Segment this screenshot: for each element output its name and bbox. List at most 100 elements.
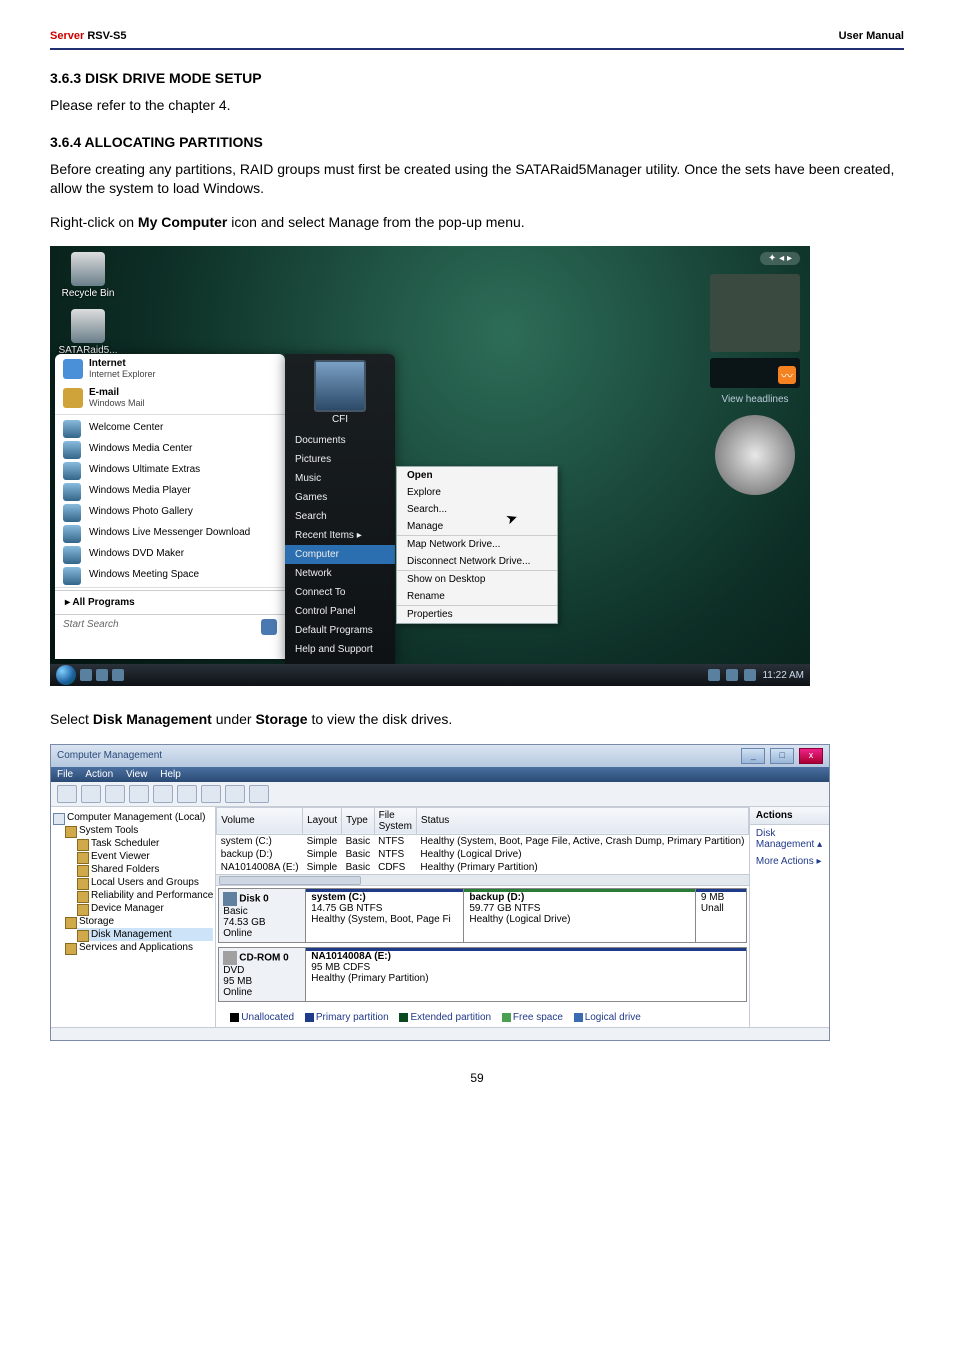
sidebar-feed-tile[interactable]: 〰 [710, 358, 800, 388]
actions-more[interactable]: More Actions ▸ [750, 853, 829, 870]
start-orb-icon[interactable] [56, 665, 76, 685]
tree-item[interactable]: Shared Folders [77, 863, 213, 876]
sidebar-headlines-link[interactable]: View headlines [710, 394, 800, 405]
toolbar-help-icon[interactable] [153, 785, 173, 803]
partition-cdrom-e[interactable]: NA1014008A (E:) 95 MB CDFS Healthy (Prim… [306, 948, 746, 1001]
disk-0-header[interactable]: Disk 0 Basic 74.53 GB Online [219, 889, 306, 942]
start-email[interactable]: E-mail Windows Mail [55, 383, 285, 412]
start-item[interactable]: Windows Ultimate Extras [55, 459, 285, 480]
ctx-disconnect-drive[interactable]: Disconnect Network Drive... [397, 553, 557, 570]
start-item[interactable]: Windows DVD Maker [55, 543, 285, 564]
page-number: 59 [50, 1071, 904, 1085]
legend-primary-swatch [305, 1013, 314, 1022]
start-right-item[interactable]: Documents [285, 431, 395, 450]
col-status[interactable]: Status [416, 807, 748, 834]
start-right-item[interactable]: Search [285, 507, 395, 526]
cdrom-0-header[interactable]: CD-ROM 0 DVD 95 MB Online [219, 948, 306, 1001]
quicklaunch-icon[interactable] [96, 669, 108, 681]
tray-network-icon[interactable] [726, 669, 738, 681]
horizontal-scrollbar[interactable] [216, 874, 749, 885]
start-item[interactable]: Windows Media Center [55, 438, 285, 459]
ctx-manage[interactable]: Manage [397, 518, 557, 535]
tree-disk-management[interactable]: Disk Management [77, 928, 213, 941]
tree-system-tools[interactable]: System Tools [65, 824, 213, 837]
sidebar-slideshow[interactable] [710, 274, 800, 352]
header-model: RSV-S5 [84, 30, 126, 42]
toolbar-props-icon[interactable] [177, 785, 197, 803]
tray-volume-icon[interactable] [744, 669, 756, 681]
taskbar-clock[interactable]: 11:22 AM [762, 670, 804, 681]
col-volume[interactable]: Volume [217, 807, 303, 834]
col-layout[interactable]: Layout [303, 807, 342, 834]
start-right-item[interactable]: Default Programs [285, 621, 395, 640]
tree-item[interactable]: Event Viewer [77, 850, 213, 863]
menu-view[interactable]: View [126, 769, 148, 780]
start-right-item[interactable]: Connect To [285, 583, 395, 602]
toolbar-refresh-icon[interactable] [129, 785, 149, 803]
start-item[interactable]: Welcome Center [55, 417, 285, 438]
start-item[interactable]: Windows Live Messenger Download [55, 522, 285, 543]
sidebar-clock[interactable] [715, 415, 795, 495]
start-right-item[interactable]: Control Panel [285, 602, 395, 621]
ctx-search[interactable]: Search... [397, 501, 557, 518]
tree-item[interactable]: Reliability and Performance [77, 889, 213, 902]
ctx-open[interactable]: Open [397, 467, 557, 484]
toolbar-forward-icon[interactable] [81, 785, 101, 803]
start-item[interactable]: Windows Media Player [55, 480, 285, 501]
menu-help[interactable]: Help [160, 769, 181, 780]
table-row[interactable]: system (C:) Simple Basic NTFS Healthy (S… [217, 834, 749, 848]
menu-file[interactable]: File [57, 769, 73, 780]
desktop-sataraid[interactable]: SATARaid5... [58, 309, 118, 356]
col-filesystem[interactable]: File System [374, 807, 416, 834]
ctx-properties[interactable]: Properties [397, 606, 557, 623]
menu-action[interactable]: Action [85, 769, 113, 780]
table-row[interactable]: NA1014008A (E:) Simple Basic CDFS Health… [217, 861, 749, 874]
tree-services[interactable]: Services and Applications [65, 941, 213, 954]
quicklaunch-icon[interactable] [80, 669, 92, 681]
ctx-rename[interactable]: Rename [397, 588, 557, 605]
close-button[interactable]: x [799, 748, 823, 764]
start-item[interactable]: Windows Photo Gallery [55, 501, 285, 522]
start-right-item[interactable]: Help and Support [285, 640, 395, 659]
start-item[interactable]: Windows Meeting Space [55, 564, 285, 585]
sidebar-nav-arrows[interactable]: ✦ ◂ ▸ [760, 252, 800, 265]
start-all-programs[interactable]: ▸ All Programs [55, 590, 285, 614]
toolbar-up-icon[interactable] [105, 785, 125, 803]
partition-system-c[interactable]: system (C:) 14.75 GB NTFS Healthy (Syste… [306, 889, 464, 942]
actions-header: Actions [750, 807, 829, 825]
toolbar-back-icon[interactable] [57, 785, 77, 803]
toolbar-icon[interactable] [225, 785, 245, 803]
start-right-item[interactable]: Pictures [285, 450, 395, 469]
tree-storage[interactable]: Storage [65, 915, 213, 928]
toolbar-icon[interactable] [201, 785, 221, 803]
table-row[interactable]: backup (D:) Simple Basic NTFS Healthy (L… [217, 848, 749, 861]
ctx-map-drive[interactable]: Map Network Drive... [397, 536, 557, 553]
computer-context-menu: Open Explore Search... Manage Map Networ… [396, 466, 558, 624]
user-avatar-icon[interactable] [314, 360, 366, 412]
toolbar-icon[interactable] [249, 785, 269, 803]
tree-item[interactable]: Task Scheduler [77, 837, 213, 850]
start-right-item[interactable]: Recent Items ▸ [285, 526, 395, 545]
desktop-recycle-bin[interactable]: Recycle Bin [58, 252, 118, 299]
tree-item[interactable]: Device Manager [77, 902, 213, 915]
start-right-item[interactable]: Network [285, 564, 395, 583]
tree-root[interactable]: Computer Management (Local) [53, 811, 213, 824]
start-internet[interactable]: Internet Internet Explorer [55, 354, 285, 383]
ctx-show-desktop[interactable]: Show on Desktop [397, 571, 557, 588]
start-right-computer[interactable]: Computer [285, 545, 395, 564]
tree-item[interactable]: Local Users and Groups [77, 876, 213, 889]
quicklaunch-icon[interactable] [112, 669, 124, 681]
section-363-text: Please refer to the chapter 4. [50, 96, 904, 116]
ctx-explore[interactable]: Explore [397, 484, 557, 501]
actions-disk-management[interactable]: Disk Management ▴ [750, 825, 829, 853]
minimize-button[interactable]: _ [741, 748, 765, 764]
start-right-item[interactable]: Music [285, 469, 395, 488]
start-right-item[interactable]: Games [285, 488, 395, 507]
partition-unallocated[interactable]: 9 MB Unall [696, 889, 746, 942]
partition-backup-d[interactable]: backup (D:) 59.77 GB NTFS Healthy (Logic… [464, 889, 696, 942]
start-search-box[interactable]: Start Search [55, 614, 285, 634]
tray-icon[interactable] [708, 669, 720, 681]
maximize-button[interactable]: □ [770, 748, 794, 764]
start-menu-right: CFI Documents Pictures Music Games Searc… [285, 354, 395, 665]
col-type[interactable]: Type [342, 807, 374, 834]
